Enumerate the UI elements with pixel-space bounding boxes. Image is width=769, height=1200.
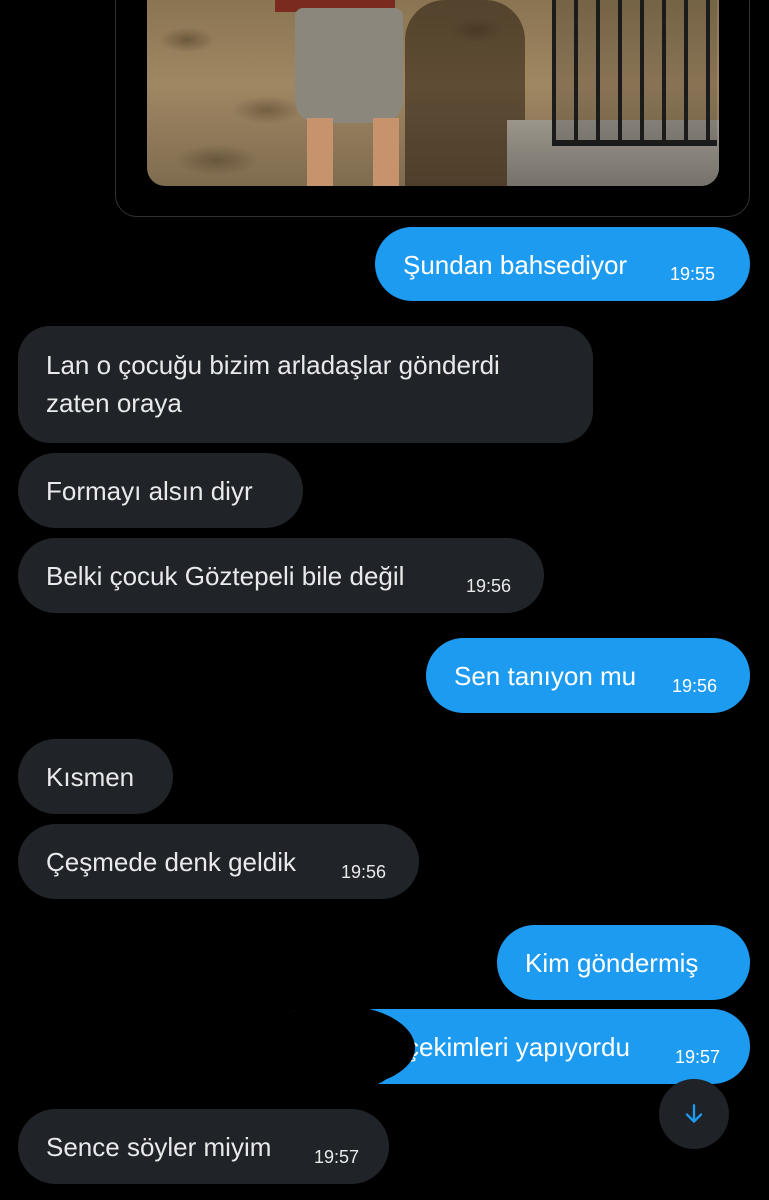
message-sent[interactable]: Sen tanıyon mu 19:56 [426,638,750,713]
scroll-to-bottom-button[interactable] [659,1079,729,1149]
message-time: 19:57 [675,1047,721,1067]
message-received[interactable]: Çeşmede denk geldik 19:56 [18,824,419,899]
arrow-down-icon [685,1104,703,1123]
message-text: Sence söyler miyim [46,1132,272,1162]
message-sent[interactable]: Şundan bahsediyor 19:55 [375,227,750,301]
message-text: Çeşmede denk geldik [46,847,297,877]
message-text: Lan o çocuğu bizim arladaşlar gönderdi z… [46,350,500,418]
message-text: Kısmen [46,762,135,792]
message-text: Kim göndermiş [525,948,699,978]
message-text: çekimleri yapıyordu [406,1032,630,1062]
message-received[interactable]: Lan o çocuğu bizim arladaşlar gönderdi z… [18,326,593,443]
message-received[interactable]: Belki çocuk Göztepeli bile değil 19:56 [18,538,544,613]
shared-photo[interactable] [147,0,719,186]
message-time: 19:55 [670,264,716,284]
message-text: Sen tanıyon mu [454,661,637,691]
message-time: 19:56 [341,862,387,882]
message-sent[interactable]: Kim göndermiş [497,925,750,1000]
redaction-scribble [300,1040,392,1088]
message-time: 19:56 [672,676,718,696]
message-text: Belki çocuk Göztepeli bile değil [46,561,405,591]
message-received[interactable]: Sence söyler miyim 19:57 [18,1109,389,1184]
message-received[interactable]: Kısmen [18,739,173,814]
message-time: 19:57 [314,1147,360,1167]
message-text: Şundan bahsediyor [403,250,628,280]
message-received[interactable]: Formayı alsın diyr [18,453,303,528]
message-text: Formayı alsın diyr [46,476,253,506]
message-time: 19:56 [466,576,512,596]
